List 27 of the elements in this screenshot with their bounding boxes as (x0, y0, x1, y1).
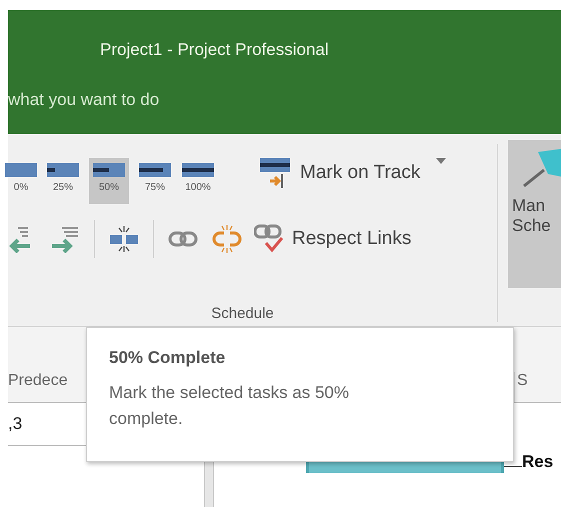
unlink-icon[interactable] (212, 224, 242, 254)
progress-bar-icon (93, 162, 125, 178)
mark-on-track-button[interactable]: Mark on Track (260, 156, 420, 190)
group-label: Schedule (211, 305, 274, 322)
task-bar-arrow-icon (260, 156, 292, 190)
tooltip-title: 50% Complete (109, 348, 226, 368)
dropdown-caret-icon[interactable] (436, 158, 446, 164)
bar-label: Res (522, 452, 554, 472)
percent-complete-button[interactable]: 25% (46, 158, 80, 204)
link-check-icon (254, 224, 284, 254)
window-title: Project1 - Project Professional (100, 40, 330, 60)
manually-schedule-button[interactable]: Man Sche (508, 140, 561, 288)
progress-bar-icon (47, 162, 79, 178)
link-icon[interactable] (168, 230, 198, 248)
percent-complete-button[interactable]: 0% (8, 158, 34, 204)
button-label: Man (512, 196, 546, 216)
percent-complete-button[interactable]: 75% (138, 158, 172, 204)
split-task-icon[interactable] (109, 225, 139, 253)
progress-bar-icon (182, 162, 214, 178)
progress-bar-icon (139, 162, 171, 178)
respect-links-button[interactable]: Respect Links (254, 224, 412, 254)
button-label: Sche (512, 216, 551, 237)
tell-me-field[interactable]: what you want to do (8, 90, 561, 110)
percent-complete-button[interactable]: 50% (89, 158, 129, 204)
percent-complete-button[interactable]: 100% (181, 158, 215, 204)
indent-icon[interactable] (50, 225, 80, 253)
progress-bar-icon (5, 162, 37, 178)
